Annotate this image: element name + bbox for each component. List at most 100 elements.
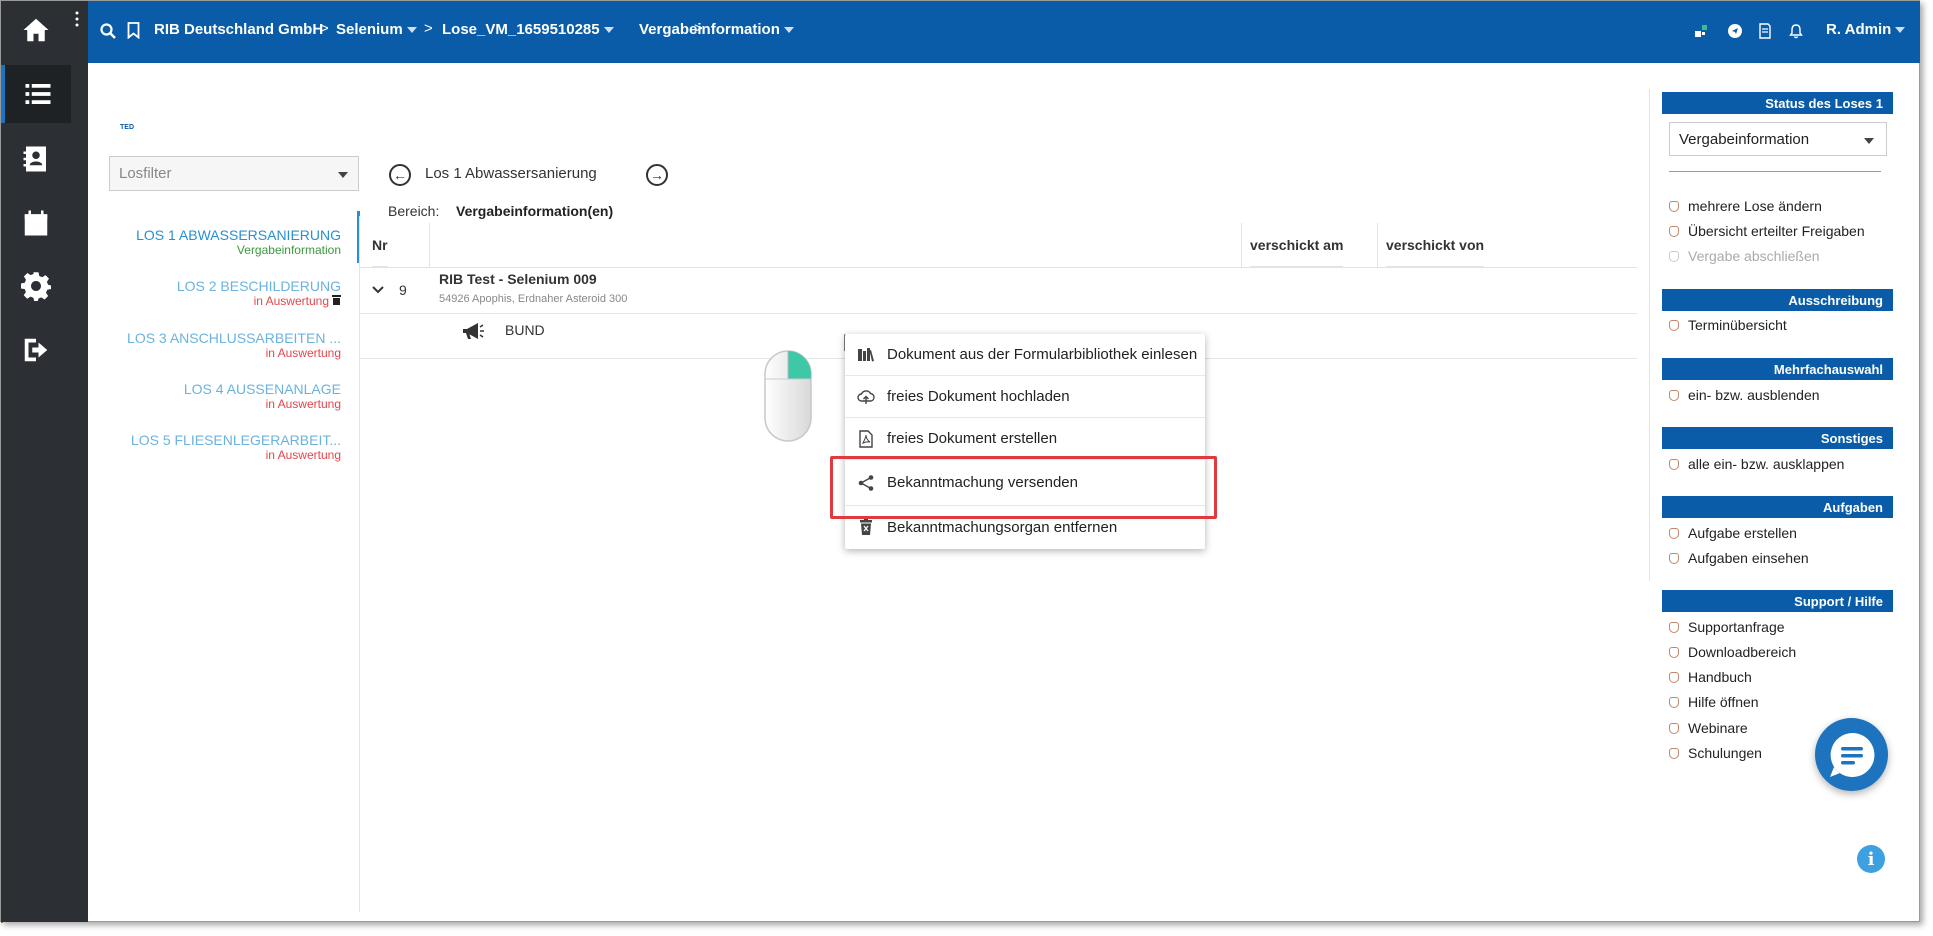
chevron-down-icon[interactable] <box>372 285 384 295</box>
ted-logo: TED <box>120 124 134 131</box>
breadcrumb-lot[interactable]: Lose_VM_1659510285 <box>442 21 614 38</box>
column-header-nr[interactable]: Nr <box>372 223 388 267</box>
breadcrumb-section[interactable]: Vergabeinformation <box>639 21 794 38</box>
info-icon[interactable]: i <box>1857 845 1885 873</box>
lot-name: LOS 2 BESCHILDERUNG <box>176 278 341 294</box>
action-approvals-overview[interactable]: Übersicht erteilter Freigaben <box>1669 223 1865 239</box>
lot-item[interactable]: LOS 2 BESCHILDERUNG in Auswertung <box>177 278 341 308</box>
mouse-bullet-icon <box>1669 748 1679 759</box>
action-label: ein- bzw. ausblenden <box>1688 387 1820 403</box>
trash-icon <box>855 516 877 538</box>
section-header-support: Support / Hilfe <box>1662 590 1893 612</box>
action-trainings[interactable]: Schulungen <box>1669 745 1762 761</box>
action-label: Aufgaben einsehen <box>1688 550 1809 566</box>
chevron-down-icon <box>1864 138 1874 144</box>
lot-status: in Auswertung <box>265 448 341 462</box>
column-header-sent-at[interactable]: verschickt am <box>1250 223 1344 267</box>
apps-icon[interactable] <box>1693 23 1709 39</box>
action-finish-award: Vergabe abschließen <box>1669 248 1820 264</box>
action-manual[interactable]: Handbuch <box>1669 669 1752 685</box>
mouse-bullet-icon <box>1669 320 1679 331</box>
column-header-sent-by[interactable]: verschickt von <box>1386 223 1485 267</box>
settings-button[interactable] <box>1 257 71 315</box>
library-icon <box>855 344 877 366</box>
lot-status: Vergabeinformation <box>236 243 341 257</box>
home-button[interactable] <box>1 1 71 59</box>
action-label: Hilfe öffnen <box>1688 694 1759 710</box>
lot-item[interactable]: LOS 1 ABWASSERSANIERUNG Vergabeinformati… <box>136 227 341 257</box>
contacts-button[interactable] <box>1 130 71 188</box>
column-divider <box>1241 223 1242 267</box>
lot-name: LOS 5 FLIESENLEGERARBEIT... <box>130 432 341 448</box>
mouse-bullet-icon <box>1669 697 1679 708</box>
mouse-bullet-icon <box>1669 723 1679 734</box>
lot-item[interactable]: LOS 3 ANSCHLUSSARBEITEN ... in Auswertun… <box>127 330 341 360</box>
bell-icon[interactable] <box>1788 23 1804 39</box>
app-window: RIB Deutschland GmbH > Selenium > Lose_V… <box>0 0 1920 923</box>
list-button[interactable] <box>1 65 71 123</box>
action-schedule-overview[interactable]: Terminübersicht <box>1669 317 1787 333</box>
pdf-document-icon <box>855 428 877 450</box>
mouse-bullet-icon <box>1669 553 1679 564</box>
more-vert-icon[interactable] <box>75 11 79 27</box>
row-company: RIB Test - Selenium 009 <box>439 271 597 287</box>
notes-icon[interactable] <box>1757 23 1773 39</box>
contacts-icon <box>23 146 46 172</box>
action-label: Aufgabe erstellen <box>1688 525 1797 541</box>
breadcrumb-separator: > <box>320 20 329 37</box>
status-select-value: Vergabeinformation <box>1679 131 1810 148</box>
arrow-right-icon[interactable]: → <box>646 164 668 186</box>
breadcrumb-lot-label: Lose_VM_1659510285 <box>442 21 600 38</box>
lot-list: LOS 1 ABWASSERSANIERUNG Vergabeinformati… <box>109 219 341 469</box>
top-bar: RIB Deutschland GmbH > Selenium > Lose_V… <box>88 1 1920 63</box>
status-select[interactable]: Vergabeinformation <box>1669 122 1887 156</box>
menu-item-read-from-library[interactable]: Dokument aus der Formularbibliothek einl… <box>845 334 1205 376</box>
search-icon[interactable] <box>100 23 116 39</box>
lot-item[interactable]: LOS 5 FLIESENLEGERARBEIT... in Auswertun… <box>131 432 341 462</box>
list-icon <box>25 84 51 104</box>
navigation-icon[interactable] <box>1727 23 1743 39</box>
breadcrumb-project-label: Selenium <box>336 21 403 38</box>
action-view-tasks[interactable]: Aufgaben einsehen <box>1669 550 1809 566</box>
logout-icon <box>24 338 48 362</box>
action-webinars[interactable]: Webinare <box>1669 720 1748 736</box>
menu-item-create-document[interactable]: freies Dokument erstellen <box>845 418 1205 460</box>
breadcrumb-company[interactable]: RIB Deutschland GmbH <box>154 21 323 38</box>
highlight-box <box>830 456 1217 519</box>
arrow-left-icon[interactable]: ← <box>389 164 411 186</box>
lot-item[interactable]: LOS 4 AUSSENANLAGE in Auswertung <box>184 381 341 411</box>
action-label: Vergabe abschließen <box>1688 248 1820 264</box>
row-divider <box>359 267 1637 268</box>
row-nr: 9 <box>399 282 407 298</box>
action-label: Downloadbereich <box>1688 644 1797 660</box>
user-name: R. Admin <box>1826 21 1892 38</box>
calendar-icon <box>24 210 48 236</box>
action-open-help[interactable]: Hilfe öffnen <box>1669 694 1759 710</box>
gear-icon <box>21 272 51 301</box>
menu-item-label: freies Dokument erstellen <box>887 430 1058 447</box>
section-header-status: Status des Loses 1 <box>1662 92 1893 114</box>
action-expand-collapse-all[interactable]: alle ein- bzw. ausklappen <box>1669 456 1844 472</box>
bookmark-icon[interactable] <box>127 22 140 39</box>
section-header-aufgaben: Aufgaben <box>1662 496 1893 518</box>
column-divider <box>429 223 430 267</box>
trash-icon[interactable] <box>332 295 341 305</box>
menu-item-upload-document[interactable]: freies Dokument hochladen <box>845 376 1205 418</box>
logout-button[interactable] <box>1 321 71 379</box>
action-change-multiple-lots[interactable]: mehrere Lose ändern <box>1669 198 1822 214</box>
breadcrumb-project[interactable]: Selenium <box>336 21 417 38</box>
chevron-down-icon <box>406 27 417 34</box>
action-support-request[interactable]: Supportanfrage <box>1669 619 1785 635</box>
action-create-task[interactable]: Aufgabe erstellen <box>1669 525 1797 541</box>
chat-button[interactable] <box>1815 718 1888 791</box>
right-panel-divider <box>1649 89 1650 581</box>
user-menu[interactable]: R. Admin <box>1826 21 1906 38</box>
losfilter-select[interactable]: Losfilter <box>109 156 359 191</box>
action-toggle-visibility[interactable]: ein- bzw. ausblenden <box>1669 387 1820 403</box>
section-header-mehrfachauswahl: Mehrfachauswahl <box>1662 358 1893 380</box>
action-download-area[interactable]: Downloadbereich <box>1669 644 1796 660</box>
calendar-button[interactable] <box>1 194 71 252</box>
lot-status: in Auswertung <box>265 346 341 360</box>
bereich-value: Vergabeinformation(en) <box>456 203 614 219</box>
chevron-down-icon <box>783 27 794 34</box>
